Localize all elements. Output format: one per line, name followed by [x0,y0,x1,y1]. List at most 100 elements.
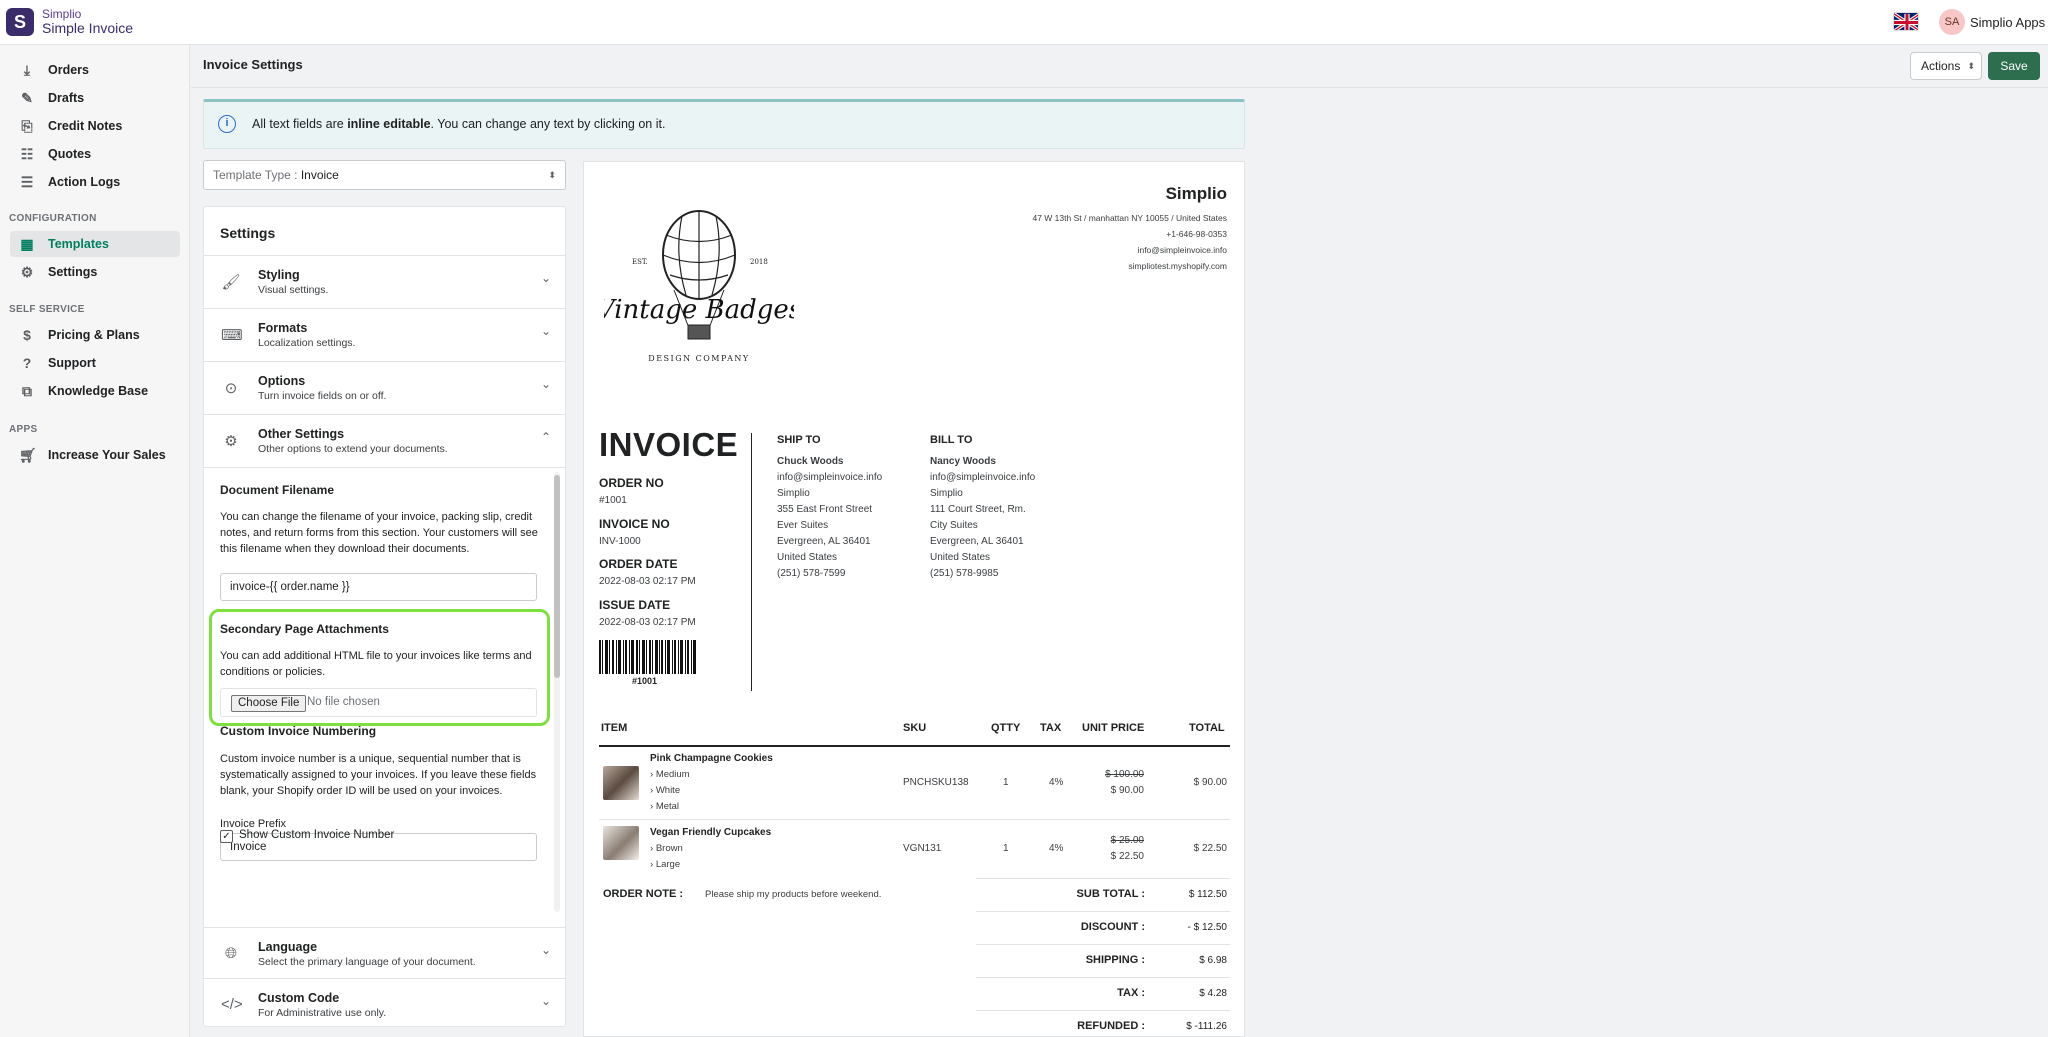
shipping-value: $ 6.98 [1199,955,1227,966]
sidebar-item-support[interactable]: ? Support [10,350,180,376]
order-note-label[interactable]: ORDER NOTE : [603,888,683,900]
accordion-formats[interactable]: ⌨ Formats Localization settings. ⌄ [204,308,565,361]
col-sku[interactable]: SKU [903,722,926,734]
show-custom-number-checkbox[interactable]: ✓ [220,830,233,843]
col-total[interactable]: TOTAL [1189,722,1225,734]
sidebar-item-knowledge-base[interactable]: ⧉ Knowledge Base [10,378,180,404]
issue-date: 2022-08-03 02:17 PM [599,617,696,628]
avatar[interactable]: SA [1939,9,1965,35]
sidebar-item-credit-notes[interactable]: ⎘ Credit Notes [10,113,180,139]
tax-value: $ 4.28 [1199,988,1227,999]
info-banner: i All text fields are inline editable. Y… [203,99,1245,149]
col-item[interactable]: ITEM [601,722,627,734]
settings-panel: Settings 🖌︎ Styling Visual settings. ⌄ ⌨… [203,206,566,1027]
app-name[interactable]: Simple Invoice [42,20,133,36]
sidebar-item-quotes[interactable]: ☷ Quotes [10,141,180,167]
col-tax[interactable]: TAX [1040,722,1061,734]
accordion-options[interactable]: ⊙ Options Turn invoice fields on or off.… [204,361,565,414]
settings-title: Settings [220,225,276,241]
quotes-icon: ☷ [20,146,34,162]
sidebar-item-action-logs[interactable]: ☰ Action Logs [10,169,180,195]
chevron-updown-icon: ⬍ [1967,61,1975,71]
product-image [603,766,639,800]
totals-divider [976,911,1230,912]
discount-value: - $ 12.50 [1187,922,1227,933]
accordion-title: Other Settings [258,427,345,441]
accordion-subtitle: Turn invoice fields on or off. [258,390,387,402]
refunded-label[interactable]: REFUNDED : [1077,1020,1145,1032]
bill-to-line: United States [930,552,991,563]
tax-label[interactable]: TAX : [1117,987,1145,999]
col-qty[interactable]: QTTY [991,722,1020,734]
filename-text: You can change the filename of your invo… [220,511,538,555]
item-name: Vegan Friendly Cupcakes [650,827,772,838]
scrollbar-thumb[interactable] [554,475,560,678]
chevron-down-icon: ⌄ [540,324,551,338]
bill-to-line: City Suites [930,520,978,531]
sidebar-item-label: Increase Your Sales [48,448,166,462]
accordion-title: Custom Code [258,991,340,1005]
accordion-styling[interactable]: 🖌︎ Styling Visual settings. ⌄ [204,255,565,308]
credit-note-icon: ⎘ [21,118,33,134]
order-date-label[interactable]: ORDER DATE [599,557,677,571]
globe-icon: 🌐︎ [224,945,237,962]
chevron-down-icon: ⌄ [540,271,551,285]
actions-dropdown[interactable]: Actions ⬍ [1910,52,1982,80]
section-self-service: SELF SERVICE [9,304,85,315]
sidebar-item-label: Knowledge Base [48,384,149,398]
sidebar-item-drafts[interactable]: ✎ Drafts [10,85,180,111]
template-type-value: Invoice [300,168,339,182]
accordion-subtitle: Visual settings. [258,284,329,296]
filename-input[interactable]: invoice-{{ order.name }} [220,573,537,601]
sidebar-item-templates[interactable]: ▦ Templates [10,231,180,257]
shipping-label[interactable]: SHIPPING : [1086,954,1145,966]
shop-email[interactable]: info@simpleinvoice.info [1138,245,1227,255]
paint-bucket-icon: 🖌︎ [221,274,241,291]
order-no-label[interactable]: ORDER NO [599,476,664,490]
accordion-language[interactable]: 🌐︎ Language Select the primary language … [204,927,565,978]
sidebar-item-increase-sales[interactable]: 🛒︎ Increase Your Sales [10,442,180,468]
save-button[interactable]: Save [1988,52,2040,80]
shop-name[interactable]: Simplio [1166,184,1227,204]
totals-divider [976,977,1230,978]
sidebar-item-pricing[interactable]: $ Pricing & Plans [10,322,180,348]
discount-label[interactable]: DISCOUNT : [1081,921,1145,933]
accordion-other-settings[interactable]: ⚙ Other Settings Other options to extend… [204,414,565,467]
sidebar-item-settings[interactable]: ⚙ Settings [10,259,180,285]
template-type-select[interactable]: Template Type : Invoice ⬍ [203,160,566,190]
bill-to-label[interactable]: BILL TO [930,434,972,446]
ship-to-label[interactable]: SHIP TO [777,434,821,446]
page-title: Invoice Settings [203,57,303,72]
invoice-preview: Simplio 47 W 13th St / manhattan NY 1005… [583,161,1245,1037]
logo-est: EST. [632,258,648,266]
accordion-subtitle: Other options to extend your documents. [258,443,448,455]
item-variant: › Brown [650,843,683,854]
col-unit-price[interactable]: UNIT PRICE [1082,722,1144,734]
sidebar: ⤓ Orders ✎ Drafts ⎘ Credit Notes ☷ Quote… [0,45,190,1037]
shop-address[interactable]: 47 W 13th St / manhattan NY 10055 / Unit… [1032,213,1227,223]
dollar-icon: $ [23,327,31,343]
header-divider [191,87,2048,88]
sidebar-item-label: Action Logs [48,175,121,189]
shop-domain[interactable]: simpliotest.myshopify.com [1128,261,1227,271]
sidebar-item-label: Pricing & Plans [48,328,140,342]
item-variant: › White [650,785,681,796]
store-name[interactable]: Simplio Apps [1970,15,2045,30]
gear-icon: ⚙ [20,264,34,280]
app-logo[interactable]: S [6,8,34,36]
ship-to-line: Evergreen, AL 36401 [777,536,871,547]
template-icon: ▦ [20,236,34,252]
invoice-no-label[interactable]: INVOICE NO [599,517,670,531]
issue-date-label[interactable]: ISSUE DATE [599,598,670,612]
invoice-title[interactable]: INVOICE [599,426,738,464]
vertical-divider [751,433,752,691]
shop-phone[interactable]: +1-646-98-0353 [1166,229,1227,239]
uk-flag-icon[interactable] [1893,12,1919,31]
subtotal-label[interactable]: SUB TOTAL : [1077,888,1145,900]
accordion-title: Language [258,940,318,954]
banner-text: All text fields are inline editable. You… [252,117,666,131]
invoice-no: INV-1000 [599,536,641,547]
accordion-custom-code[interactable]: </> Custom Code For Administrative use o… [204,978,565,1026]
sidebar-item-orders[interactable]: ⤓ Orders [10,57,180,83]
item-name: Pink Champagne Cookies [650,753,773,764]
